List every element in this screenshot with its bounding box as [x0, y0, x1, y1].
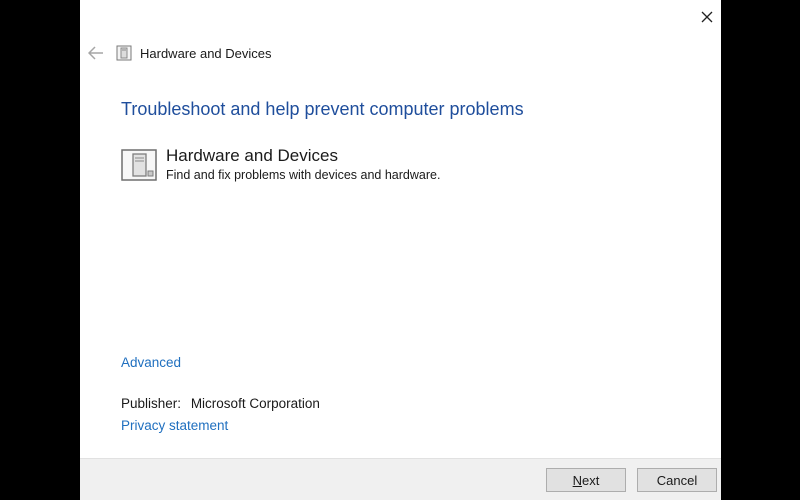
item-title: Hardware and Devices [166, 146, 338, 165]
page-heading: Troubleshoot and help prevent computer p… [121, 99, 524, 119]
next-button[interactable]: Next [546, 468, 626, 492]
hardware-devices-icon [121, 147, 157, 183]
troubleshooter-item: Hardware and Devices Find and fix proble… [121, 145, 440, 183]
troubleshooter-icon [116, 45, 132, 61]
next-mnemonic: N [572, 472, 583, 488]
advanced-link[interactable]: Advanced [121, 355, 181, 370]
footer-bar: Next Cancel [80, 458, 721, 500]
privacy-statement-link[interactable]: Privacy statement [121, 418, 228, 433]
window-title: Hardware and Devices [140, 45, 272, 61]
back-arrow-icon[interactable] [86, 43, 106, 63]
troubleshooter-window: Hardware and Devices Troubleshoot and he… [80, 0, 721, 500]
title-bar: Hardware and Devices [86, 42, 681, 64]
close-icon [701, 11, 713, 23]
publisher-label: Publisher: [121, 396, 182, 411]
next-label-rest: ext [582, 472, 600, 488]
close-button[interactable] [693, 0, 721, 34]
publisher-value: Microsoft Corporation [190, 396, 320, 411]
item-description: Find and fix problems with devices and h… [166, 168, 441, 182]
publisher-info: Publisher: Microsoft Corporation [121, 396, 320, 411]
cancel-button[interactable]: Cancel [637, 468, 717, 492]
